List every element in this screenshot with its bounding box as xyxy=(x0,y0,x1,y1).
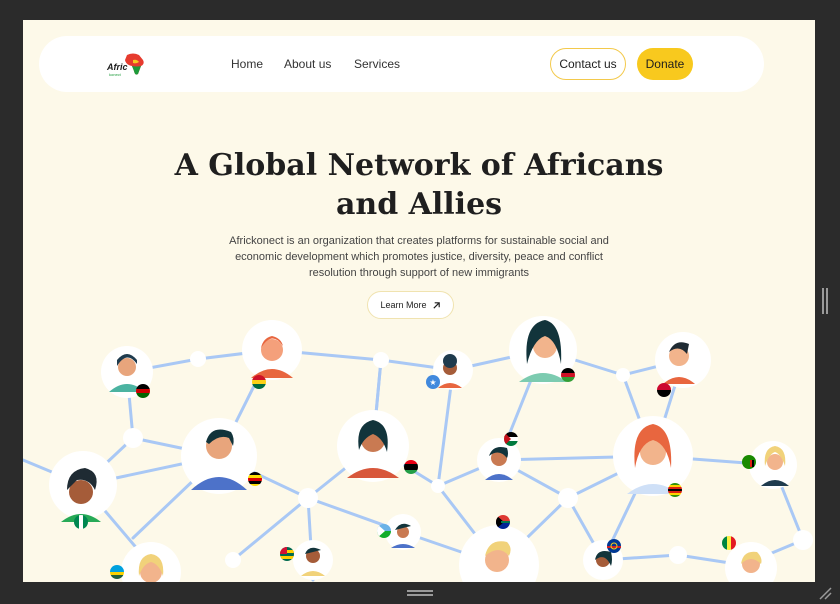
nav-link-services[interactable]: Services xyxy=(354,57,400,71)
person-avatar-11 xyxy=(749,441,797,489)
splitter-handle-icon[interactable] xyxy=(821,288,829,314)
person-avatar-14 xyxy=(459,525,539,582)
malawi-flag-icon xyxy=(561,368,575,382)
person-avatar-13 xyxy=(293,540,333,580)
djibouti-flag-icon xyxy=(377,524,391,538)
donate-button[interactable]: Donate xyxy=(637,48,693,80)
person-avatar-10 xyxy=(613,416,693,496)
zambia-flag-icon xyxy=(742,455,756,469)
hero-title: A Global Network of Africans and Allies xyxy=(23,146,815,224)
person-avatar-8 xyxy=(655,332,711,388)
zimbabwe-flag-icon xyxy=(668,483,682,497)
hero-title-line-1: A Global Network of Africans xyxy=(174,148,664,183)
hero-description: Africkonect is an organization that crea… xyxy=(229,235,609,279)
learn-more-button[interactable]: Learn More xyxy=(367,291,454,319)
svg-text:★: ★ xyxy=(429,378,436,387)
kenya-flag-icon xyxy=(136,384,150,398)
nigeria-flag-icon xyxy=(74,515,88,529)
angola-flag-icon xyxy=(657,383,671,397)
south-africa-flag-icon xyxy=(496,515,510,529)
person-avatar-16 xyxy=(121,542,181,582)
person-avatar-2 xyxy=(242,320,302,380)
person-avatar-5 xyxy=(337,410,409,482)
top-navigation: Afric konect Home About us Services Cont… xyxy=(39,36,764,92)
logo-subtext: konect xyxy=(109,72,121,77)
learn-more-label: Learn More xyxy=(380,300,427,310)
senegal-flag-icon xyxy=(722,536,736,550)
arrow-up-right-icon xyxy=(432,301,440,309)
bottom-splitter-handle-icon[interactable] xyxy=(407,590,433,596)
rwanda-flag-icon xyxy=(110,565,124,579)
libya-flag-icon xyxy=(404,460,418,474)
uganda-flag-icon xyxy=(248,472,262,486)
nav-link-about-us[interactable]: About us xyxy=(284,57,331,71)
somalia-flag-icon: ★ xyxy=(426,375,440,389)
africkonect-logo[interactable]: Afric konect xyxy=(107,50,147,80)
ghana-flag-icon xyxy=(252,375,266,389)
nav-link-home[interactable]: Home xyxy=(231,57,263,71)
hero-title-line-2: and Allies xyxy=(335,187,503,222)
resize-corner-icon[interactable] xyxy=(818,586,832,600)
togo-flag-icon xyxy=(280,547,294,561)
page-frame: ★ Afric konect Home About us Services Co… xyxy=(23,20,815,582)
cape-verde-flag-icon xyxy=(607,539,621,553)
contact-us-button[interactable]: Contact us xyxy=(550,48,626,80)
africa-map-icon xyxy=(125,53,144,75)
western-sahara-flag-icon xyxy=(504,432,518,446)
person-avatar-3 xyxy=(181,418,257,494)
